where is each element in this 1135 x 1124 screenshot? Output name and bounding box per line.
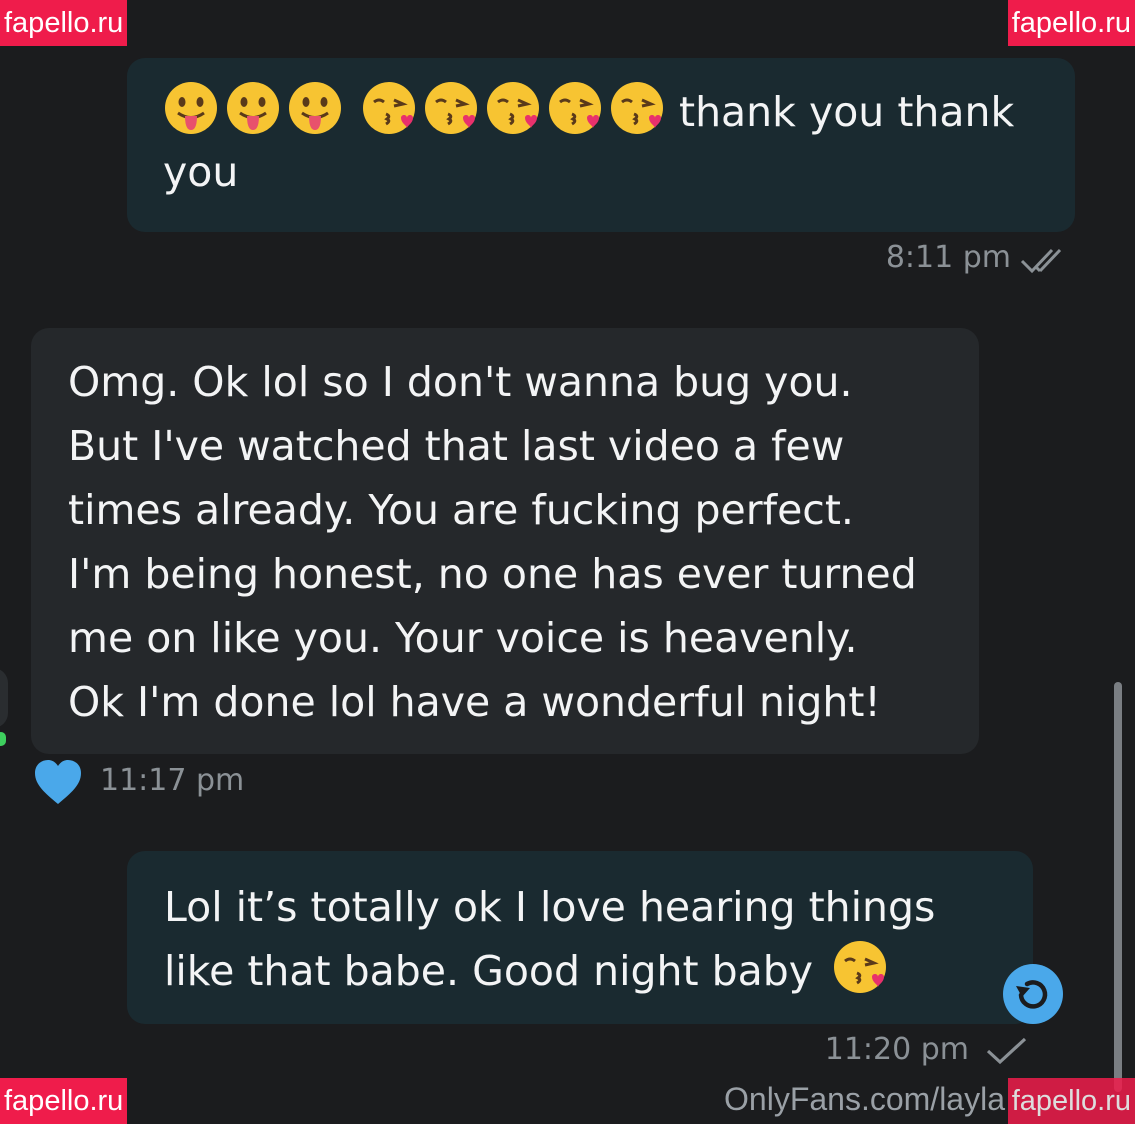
chat-screen: { "watermark": "fapello.ru", "messages":… [0, 0, 1135, 1124]
watermark-bottom-left: fapello.ru [0, 1078, 128, 1124]
undo-icon [1016, 980, 1048, 1009]
message-text-line: like that babe. Good night baby [164, 947, 814, 995]
kiss-heart-emoji-icon [832, 939, 888, 995]
scroll-back-button[interactable] [1003, 964, 1063, 1024]
message-text-line: you [163, 148, 239, 196]
kiss-heart-emoji-icon [485, 80, 541, 136]
message-text-line: times already. You are fucking perfect. [68, 486, 854, 534]
kiss-heart-emoji-icon [361, 80, 417, 136]
watermark-top-right: fapello.ru [1007, 0, 1135, 46]
message-text-line: thank you thank [679, 88, 1015, 136]
scrollbar[interactable] [1114, 682, 1122, 1092]
message-time: 11:17 pm [100, 763, 245, 798]
message-text-line: I'm being honest, no one has ever turned [68, 550, 917, 598]
message-text-line: Ok I'm done lol have a wonderful night! [68, 678, 881, 726]
footer-url: OnlyFans.com/layla [724, 1081, 1005, 1117]
message-text: like that babe. Good night baby [164, 939, 1013, 1003]
kiss-heart-emoji-icon [609, 80, 665, 136]
avatar[interactable] [0, 668, 8, 728]
message-bubble-outgoing[interactable]: Lol it’s totally ok I love hearing thing… [127, 851, 1033, 1024]
message-time: 11:20 pm [824, 1032, 969, 1067]
message-text: thank you thank [163, 80, 1045, 144]
message-text-line: Omg. Ok lol so I don't wanna bug you. [68, 358, 853, 406]
kiss-heart-emoji-icon [423, 80, 479, 136]
tongue-out-emoji-icon [287, 80, 343, 136]
watermark-top-left: fapello.ru [0, 0, 128, 46]
message-bubble-incoming[interactable]: Omg. Ok lol so I don't wanna bug you. Bu… [31, 328, 979, 754]
message-text-line: But I've watched that last video a few [68, 422, 845, 470]
check-icon [985, 1036, 1029, 1066]
message-text-line: Lol it’s totally ok I love hearing thing… [164, 883, 936, 931]
online-dot [0, 732, 6, 746]
tongue-out-emoji-icon [163, 80, 219, 136]
message-time: 8:11 pm [885, 240, 1011, 275]
watermark-bottom-right: fapello.ru [1007, 1078, 1135, 1124]
message-bubble-outgoing[interactable]: thank you thank you [127, 58, 1075, 232]
blue-heart-icon[interactable] [33, 758, 83, 806]
kiss-heart-emoji-icon [547, 80, 603, 136]
double-check-icon [1020, 246, 1076, 276]
message-text-line: me on like you. Your voice is heavenly. [68, 614, 858, 662]
tongue-out-emoji-icon [225, 80, 281, 136]
